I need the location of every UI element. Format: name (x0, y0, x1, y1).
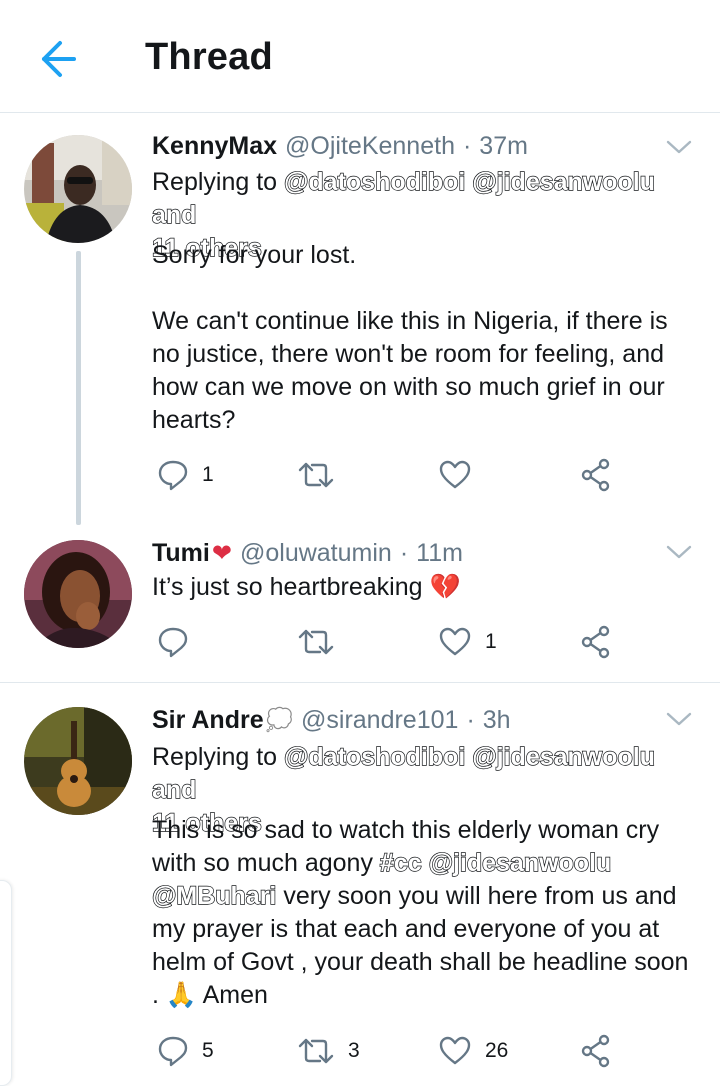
tweet-text-line: Sorry for your lost. (152, 241, 357, 269)
retweet-icon (298, 629, 334, 655)
tweet-text-line: It’s just so heartbreaking (152, 573, 423, 601)
like-button[interactable]: 1 (439, 622, 497, 662)
red-heart-emoji: ❤ (211, 539, 232, 567)
share-button[interactable] (580, 455, 612, 495)
retweet-button[interactable] (298, 455, 348, 495)
tweet-text-part: Amen (197, 981, 268, 1009)
reply-icon (158, 460, 188, 491)
avatar[interactable] (24, 540, 132, 648)
like-count: 1 (485, 630, 497, 653)
tweet-header: Tumi ❤ @oluwatumin · 11m (152, 536, 463, 570)
heart-icon (439, 627, 471, 656)
tweet-text: This is so sad to watch this elderly wom… (151, 814, 700, 1012)
timestamp: 11m (416, 538, 463, 567)
reply-button[interactable]: 5 (158, 1031, 214, 1071)
separator-dot: · (462, 131, 472, 160)
chevron-down-icon[interactable] (666, 139, 692, 155)
hashtag-mentions[interactable]: #cc @jidesanwoolu (379, 848, 612, 877)
thread-line (76, 251, 81, 525)
user-handle[interactable]: @sirandre101 (301, 706, 458, 735)
chevron-down-icon[interactable] (666, 544, 692, 560)
timestamp: 37m (479, 131, 528, 160)
display-name[interactable]: Sir Andre (152, 706, 264, 735)
tweet-header: KennyMax @OjiteKenneth · 37m (152, 129, 528, 163)
reply-button[interactable] (158, 622, 202, 662)
share-icon (581, 625, 610, 659)
replying-to-label: Replying to (152, 168, 278, 196)
back-button[interactable] (30, 35, 82, 83)
broken-heart-emoji: 💔 (429, 573, 461, 601)
tweet-kennymax[interactable]: KennyMax @OjiteKenneth · 37m Replying to… (0, 113, 720, 525)
tweet-actions: 5 3 26 (152, 1031, 622, 1071)
share-icon (581, 1034, 610, 1068)
mention-link[interactable]: @MBuhari (151, 881, 277, 910)
avatar[interactable] (24, 707, 132, 815)
share-button[interactable] (580, 622, 612, 662)
chevron-down-icon[interactable] (666, 711, 692, 727)
separator-dot: · (399, 538, 409, 567)
folded-hands-emoji: 🙏 (165, 981, 198, 1009)
retweet-count: 3 (348, 1039, 360, 1062)
user-handle[interactable]: @oluwatumin (240, 539, 392, 568)
share-button[interactable] (580, 1031, 612, 1071)
avatar[interactable] (24, 135, 132, 243)
timestamp: 3h (482, 705, 511, 734)
replying-to-label: Replying to (152, 743, 278, 771)
reply-button[interactable]: 1 (158, 455, 214, 495)
tweet-text: Sorry for your lost. We can't continue l… (152, 239, 700, 437)
edge-drawer-handle[interactable] (0, 880, 12, 1086)
tweet-text: It’s just so heartbreaking 💔 (152, 571, 700, 604)
tweet-tumi[interactable]: Tumi ❤ @oluwatumin · 11m It’s just so he… (0, 525, 720, 682)
tweet-text-paragraph: We can't continue like this in Nigeria, … (152, 307, 668, 434)
heart-icon (439, 1036, 471, 1065)
reply-icon (158, 1036, 188, 1067)
heart-icon (439, 460, 471, 489)
retweet-icon (298, 1038, 334, 1064)
display-name[interactable]: KennyMax (152, 132, 277, 161)
like-button[interactable]: 26 (439, 1031, 508, 1071)
like-count: 26 (485, 1039, 509, 1062)
tweet-header: Sir Andre 💭 @sirandre101 · 3h (152, 703, 511, 737)
display-name[interactable]: Tumi (152, 539, 210, 568)
arrow-left-icon (42, 41, 76, 77)
tweet-actions: 1 (152, 455, 622, 495)
reply-count: 1 (202, 463, 214, 486)
retweet-button[interactable]: 3 (298, 1031, 360, 1071)
user-handle[interactable]: @OjiteKenneth (285, 132, 455, 161)
share-icon (581, 458, 610, 492)
retweet-button[interactable] (298, 622, 348, 662)
like-button[interactable] (439, 455, 485, 495)
top-app-bar: Thread (0, 0, 720, 113)
reply-count: 5 (202, 1039, 214, 1062)
tweet-sir-andre[interactable]: Sir Andre 💭 @sirandre101 · 3h Replying t… (0, 683, 720, 1086)
page-title: Thread (145, 36, 273, 78)
separator-dot: · (466, 705, 475, 734)
reply-icon (158, 627, 188, 658)
retweet-icon (298, 462, 334, 488)
thought-bubble-emoji: 💭 (265, 707, 294, 732)
tweet-actions: 1 (152, 622, 622, 662)
